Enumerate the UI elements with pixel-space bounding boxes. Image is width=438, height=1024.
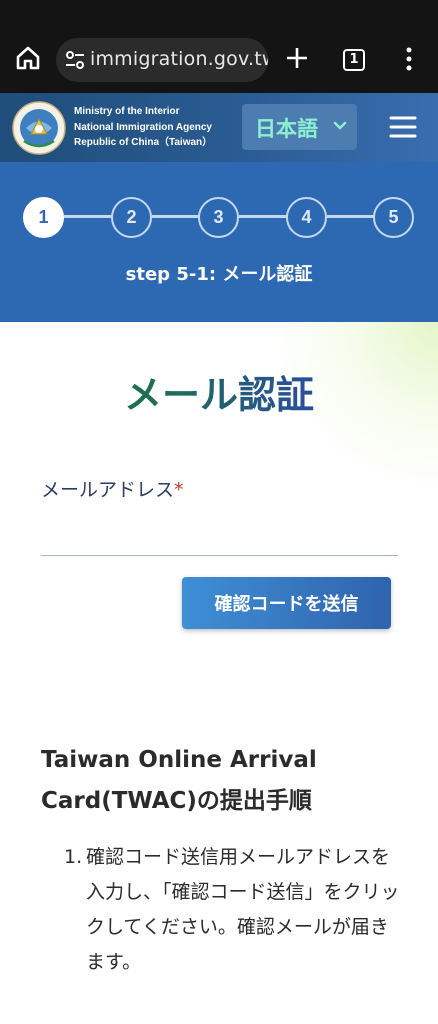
language-label: 日本語	[255, 117, 318, 141]
step-5: 5	[373, 197, 414, 238]
language-select[interactable]: 日本語	[242, 104, 357, 150]
email-label-text: メールアドレス	[41, 479, 175, 501]
step-connector	[239, 215, 287, 218]
step-3: 3	[198, 197, 239, 238]
site-settings-icon[interactable]	[64, 49, 86, 71]
agency-line-country: Republic of China（Taiwan）	[74, 137, 213, 148]
list-item-number: 1.	[64, 846, 83, 868]
email-label: メールアドレス*	[41, 475, 184, 502]
site-header: Ministry of the Interior National Immigr…	[0, 93, 438, 162]
browser-toolbar: immigration.gov.tw 1	[0, 0, 438, 93]
step-4: 4	[286, 197, 327, 238]
more-options-icon[interactable]	[401, 46, 417, 72]
step-connector	[152, 215, 199, 218]
list-item-text: 確認コード送信用メールアドレスを入力し、「確認コード送信」をクリックしてください…	[86, 846, 400, 973]
url-text: immigration.gov.tw	[90, 48, 268, 70]
tab-switcher-button[interactable]: 1	[343, 49, 365, 71]
agency-line-agency: National Immigration Agency	[74, 121, 212, 133]
email-field[interactable]	[41, 518, 398, 556]
send-code-button[interactable]: 確認コードを送信	[182, 577, 391, 629]
chevron-down-icon	[333, 121, 347, 130]
section-title: Taiwan Online Arrival Card(TWAC)の提出手順	[41, 747, 317, 814]
hamburger-menu-icon[interactable]	[389, 115, 417, 139]
page-title: メール認証	[0, 364, 438, 419]
step-1: 1	[23, 197, 64, 238]
agency-line-ministry: Ministry of the Interior	[74, 106, 180, 117]
agency-logo-icon[interactable]	[12, 101, 66, 155]
instruction-list: 1. 確認コード送信用メールアドレスを入力し、「確認コード送信」をクリックしてく…	[64, 840, 406, 980]
step-connector	[64, 215, 112, 218]
address-bar[interactable]: immigration.gov.tw	[56, 38, 268, 82]
required-mark: *	[174, 479, 184, 501]
list-item: 1. 確認コード送信用メールアドレスを入力し、「確認コード送信」をクリックしてく…	[64, 840, 406, 980]
progress-stepper: 1 2 3 4 5 step 5-1: メール認証	[0, 162, 438, 322]
home-icon[interactable]	[14, 44, 42, 72]
step-connector	[327, 215, 374, 218]
step-caption: step 5-1: メール認証	[125, 264, 313, 285]
main-content: メール認証 メールアドレス* 確認コードを送信 Taiwan Online Ar…	[0, 322, 438, 1024]
step-2: 2	[111, 197, 152, 238]
new-tab-icon[interactable]	[284, 45, 310, 71]
agency-name: Ministry of the Interior National Immigr…	[74, 104, 212, 151]
